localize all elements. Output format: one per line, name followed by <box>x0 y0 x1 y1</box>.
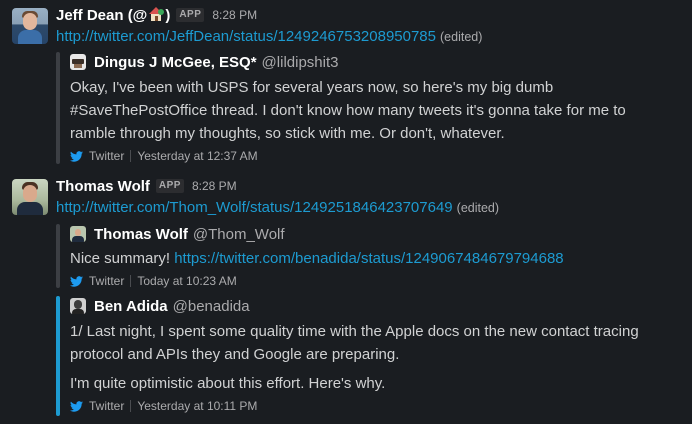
app-badge: APP <box>155 179 184 193</box>
tweet-source: Twitter <box>89 274 125 288</box>
tweet-footer: Twitter Today at 10:23 AM <box>70 272 680 290</box>
tweet-author-handle[interactable]: @benadida <box>173 298 250 315</box>
divider <box>130 400 132 412</box>
tweet-text: Nice summary! https://twitter.com/benadi… <box>70 250 564 267</box>
tweet-source: Twitter <box>89 399 125 413</box>
tweet-footer: Twitter Yesterday at 10:11 PM <box>70 397 680 415</box>
tweet-author-name[interactable]: Ben Adida <box>94 298 168 315</box>
author-name[interactable]: Thomas Wolf <box>56 178 150 195</box>
quote-bar <box>56 224 60 288</box>
tweet-time[interactable]: Today at 10:23 AM <box>137 274 236 288</box>
tweet-author-name[interactable]: Thomas Wolf <box>94 226 188 243</box>
twitter-bird-icon <box>70 275 83 287</box>
quoted-tweet-unfurl: Ben Adida @benadida 1/ Last night, I spe… <box>56 296 680 416</box>
timestamp[interactable]: 8:28 PM <box>192 179 237 193</box>
tweet-time[interactable]: Yesterday at 12:37 AM <box>137 149 257 163</box>
app-badge: APP <box>176 8 205 22</box>
tweet-source: Twitter <box>89 149 125 163</box>
house-emoji-icon <box>149 6 165 22</box>
edited-label: (edited) <box>456 201 500 215</box>
tweet-time[interactable]: Yesterday at 10:11 PM <box>137 399 257 413</box>
avatar[interactable] <box>12 179 48 215</box>
tweet-author-name[interactable]: Dingus J McGee, ESQ* <box>94 54 257 71</box>
quoted-tweet-link[interactable]: https://twitter.com/benadida/status/1249… <box>174 250 563 267</box>
twitter-bird-icon <box>70 400 83 412</box>
timestamp[interactable]: 8:28 PM <box>212 8 257 22</box>
edited-label: (edited) <box>440 30 483 44</box>
message-header: Thomas Wolf APP 8:28 PM <box>56 175 237 197</box>
tweet-text: 1/ Last night, I spent some quality time… <box>70 323 639 392</box>
message-thomas-wolf: Thomas Wolf APP 8:28 PM http://twitter.c… <box>0 172 692 424</box>
tweet-author-handle[interactable]: @lildipshit3 <box>262 54 339 71</box>
quote-bar <box>56 52 60 164</box>
message-body: http://twitter.com/JeffDean/status/12492… <box>56 26 482 48</box>
message-header: Jeff Dean (@) APP 8:28 PM <box>56 4 257 26</box>
avatar[interactable] <box>12 8 48 44</box>
tweet-author-avatar <box>70 226 86 242</box>
quote-bar-active <box>56 296 60 416</box>
tweet-author-handle[interactable]: @Thom_Wolf <box>193 226 285 243</box>
tweet-unfurl: Dingus J McGee, ESQ* @lildipshit3 Okay, … <box>56 52 680 164</box>
divider <box>130 150 132 162</box>
tweet-unfurl: Thomas Wolf @Thom_Wolf Nice summary! htt… <box>56 224 680 288</box>
tweet-link[interactable]: http://twitter.com/JeffDean/status/12492… <box>56 28 436 45</box>
tweet-footer: Twitter Yesterday at 12:37 AM <box>70 147 680 165</box>
message-body: http://twitter.com/Thom_Wolf/status/1249… <box>56 197 499 219</box>
message-jeff-dean: Jeff Dean (@) APP 8:28 PM http://twitter… <box>0 0 692 170</box>
tweet-author-avatar <box>70 298 86 314</box>
tweet-author-avatar <box>70 54 86 70</box>
twitter-bird-icon <box>70 150 83 162</box>
tweet-text: Okay, I've been with USPS for several ye… <box>70 79 626 142</box>
tweet-link[interactable]: http://twitter.com/Thom_Wolf/status/1249… <box>56 199 453 216</box>
author-name[interactable]: Jeff Dean (@) <box>56 6 170 24</box>
divider <box>130 275 132 287</box>
